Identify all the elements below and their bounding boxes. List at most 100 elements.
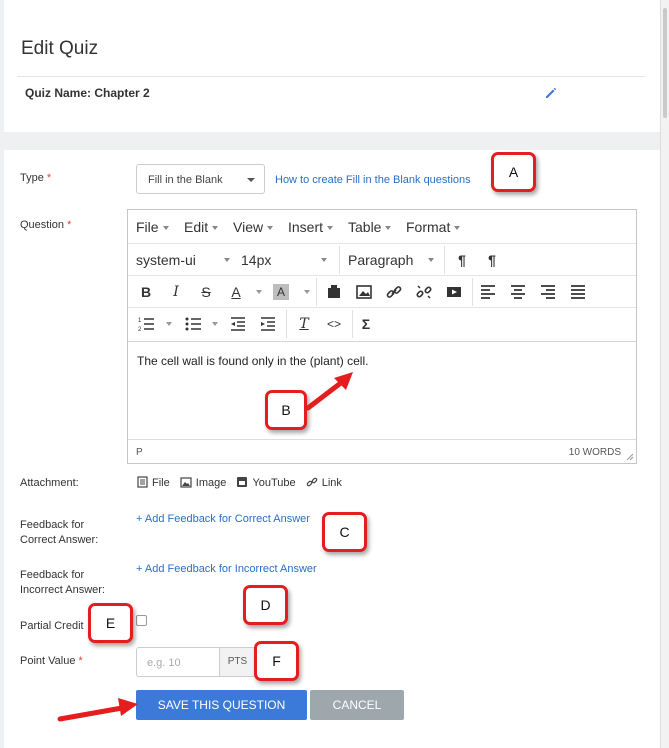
page-scrollbar[interactable] bbox=[660, 0, 669, 748]
required-mark: * bbox=[78, 655, 83, 667]
attachment-options: File Image YouTube Link bbox=[137, 476, 349, 489]
align-left-icon[interactable] bbox=[478, 282, 498, 302]
attach-file-label: File bbox=[152, 477, 170, 489]
file-icon bbox=[137, 476, 148, 488]
chevron-down-icon[interactable] bbox=[304, 290, 310, 294]
font-family-select[interactable]: system-ui bbox=[136, 252, 231, 268]
point-value-label-text: Point Value bbox=[20, 655, 76, 667]
strikethrough-icon[interactable]: S bbox=[196, 282, 216, 302]
clear-formatting-icon[interactable]: T bbox=[294, 314, 314, 334]
add-feedback-incorrect-link[interactable]: + Add Feedback for Incorrect Answer bbox=[136, 563, 317, 575]
menu-insert[interactable]: Insert bbox=[288, 219, 334, 235]
chevron-down-icon bbox=[428, 258, 434, 262]
align-center-icon[interactable] bbox=[508, 282, 528, 302]
link-icon[interactable] bbox=[384, 282, 404, 302]
element-path[interactable]: P bbox=[136, 447, 143, 458]
bullet-list-icon[interactable] bbox=[183, 314, 203, 334]
chevron-down-icon[interactable] bbox=[212, 322, 218, 326]
bold-icon[interactable]: B bbox=[136, 282, 156, 302]
chevron-down-icon[interactable] bbox=[256, 290, 262, 294]
resize-handle-icon[interactable] bbox=[626, 453, 634, 461]
rich-text-editor: File Edit View Insert Table Format syste… bbox=[127, 209, 637, 464]
outdent-icon[interactable] bbox=[228, 314, 248, 334]
media-icon[interactable] bbox=[444, 282, 464, 302]
menu-view[interactable]: View bbox=[233, 219, 274, 235]
feedback-incorrect-label-line1: Feedback for bbox=[20, 569, 85, 581]
image-icon[interactable] bbox=[354, 282, 374, 302]
background-color-icon[interactable]: A bbox=[273, 284, 289, 300]
link-icon bbox=[306, 477, 318, 487]
callout-d: D bbox=[243, 585, 288, 625]
toolbar-row-lists: 12 T <> Σ bbox=[128, 308, 636, 340]
menu-file[interactable]: File bbox=[136, 219, 169, 235]
source-code-icon[interactable]: <> bbox=[324, 314, 344, 334]
image-icon bbox=[180, 477, 192, 488]
feedback-correct-label-line1: Feedback for bbox=[20, 519, 85, 531]
ltr-direction-icon[interactable]: ¶ bbox=[452, 250, 472, 270]
type-select[interactable]: Fill in the Blank bbox=[136, 164, 265, 194]
chevron-down-icon bbox=[267, 226, 274, 231]
block-format-select[interactable]: Paragraph bbox=[348, 252, 438, 268]
attach-youtube-label: YouTube bbox=[252, 477, 296, 489]
attach-link-button[interactable]: Link bbox=[306, 476, 342, 489]
cancel-button[interactable]: CANCEL bbox=[310, 690, 404, 720]
menu-edit[interactable]: Edit bbox=[184, 219, 219, 235]
add-feedback-correct-link[interactable]: + Add Feedback for Correct Answer bbox=[136, 513, 310, 525]
chevron-down-icon bbox=[224, 258, 230, 262]
scrollbar-thumb[interactable] bbox=[663, 8, 667, 118]
chevron-down-icon bbox=[385, 226, 392, 231]
unlink-icon[interactable] bbox=[414, 282, 434, 302]
toolbar-divider bbox=[444, 246, 445, 274]
paste-icon[interactable] bbox=[324, 282, 344, 302]
callout-b: B bbox=[265, 390, 307, 430]
attach-file-button[interactable]: File bbox=[137, 476, 170, 489]
partial-credit-checkbox[interactable] bbox=[136, 615, 147, 626]
editor-content-area[interactable]: The cell wall is found only in the (plan… bbox=[137, 354, 368, 368]
svg-text:1: 1 bbox=[138, 318, 142, 324]
pencil-icon[interactable] bbox=[544, 86, 558, 100]
editor-toolbar: File Edit View Insert Table Format syste… bbox=[128, 210, 636, 342]
partial-credit-label: Partial Credit bbox=[20, 620, 84, 632]
chevron-down-icon bbox=[212, 226, 219, 231]
type-label: Type * bbox=[20, 171, 51, 186]
menu-edit-label: Edit bbox=[184, 219, 209, 235]
indent-icon[interactable] bbox=[258, 314, 278, 334]
callout-c: C bbox=[322, 512, 367, 552]
menu-view-label: View bbox=[233, 219, 264, 235]
attach-image-label: Image bbox=[195, 477, 227, 489]
toolbar-divider bbox=[286, 310, 287, 338]
numbered-list-icon[interactable]: 12 bbox=[136, 314, 156, 334]
chevron-down-icon[interactable] bbox=[166, 322, 172, 326]
align-justify-icon[interactable] bbox=[568, 282, 588, 302]
menu-format[interactable]: Format bbox=[406, 219, 461, 235]
attach-youtube-button[interactable]: YouTube bbox=[236, 476, 296, 489]
attach-link-label: Link bbox=[321, 477, 342, 489]
header-divider bbox=[17, 76, 645, 77]
feedback-incorrect-label-line2: Incorrect Answer: bbox=[20, 584, 105, 596]
font-size-select[interactable]: 14px bbox=[241, 252, 331, 268]
save-question-button[interactable]: SAVE THIS QUESTION bbox=[136, 690, 307, 720]
type-label-text: Type bbox=[20, 172, 44, 184]
question-label: Question * bbox=[20, 218, 71, 233]
block-format-value: Paragraph bbox=[348, 252, 414, 268]
feedback-correct-label: Feedback for Correct Answer: bbox=[20, 518, 98, 548]
toolbar-divider bbox=[316, 278, 317, 306]
align-right-icon[interactable] bbox=[538, 282, 558, 302]
attachment-label: Attachment: bbox=[20, 477, 79, 489]
text-color-icon[interactable]: A bbox=[226, 282, 246, 302]
rtl-direction-icon[interactable]: ¶ bbox=[482, 250, 502, 270]
page-title: Edit Quiz bbox=[21, 38, 99, 59]
chevron-down-icon bbox=[454, 226, 461, 231]
menu-table[interactable]: Table bbox=[348, 219, 392, 235]
font-family-value: system-ui bbox=[136, 252, 196, 268]
menu-table-label: Table bbox=[348, 219, 382, 235]
callout-a: A bbox=[491, 152, 536, 192]
italic-icon[interactable]: I bbox=[166, 282, 186, 302]
chevron-down-icon bbox=[327, 226, 334, 231]
point-value-input[interactable]: e.g. 10 bbox=[136, 647, 219, 677]
help-link[interactable]: How to create Fill in the Blank question… bbox=[275, 174, 471, 186]
attach-image-button[interactable]: Image bbox=[180, 477, 227, 489]
math-sigma-icon[interactable]: Σ bbox=[356, 314, 376, 334]
required-mark: * bbox=[46, 172, 52, 184]
type-select-value: Fill in the Blank bbox=[148, 174, 223, 186]
